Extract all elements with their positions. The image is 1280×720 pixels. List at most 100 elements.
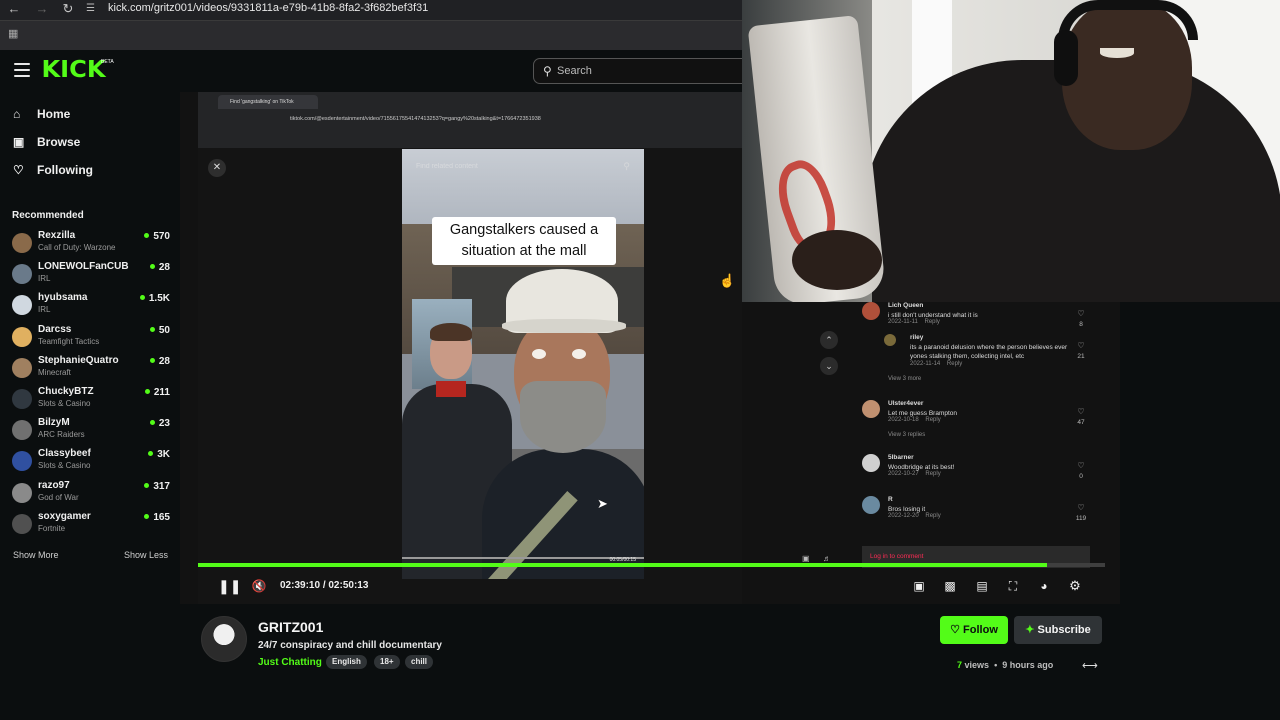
channel-category: ARC Raiders	[38, 430, 85, 440]
viewer-count: 3K	[148, 449, 170, 460]
search-input[interactable]: ⚲ Search	[533, 58, 753, 84]
channel-name: soxygamer	[38, 510, 91, 522]
recommended-channel[interactable]: Classybeef Slots & Casino 3K	[12, 448, 172, 476]
channel-name: Rexzilla	[38, 230, 76, 241]
playback-speed-icon[interactable]: ◕	[1035, 577, 1053, 595]
subscribe-button[interactable]: ✦ Subscribe	[1014, 616, 1102, 644]
tag-language[interactable]: English	[326, 655, 367, 669]
tag-chill[interactable]: chill	[405, 655, 434, 669]
comment-user: Ulster4ever	[888, 400, 924, 407]
channel-category: God of War	[38, 492, 79, 502]
comment-text: its a paranoid delusion where the person…	[910, 344, 1068, 360]
follow-button[interactable]: ♡ Follow	[940, 616, 1008, 644]
recommended-channel[interactable]: soxygamer Fortnite 165	[12, 511, 172, 539]
mute-icon[interactable]: 🔇	[250, 577, 268, 595]
viewer-count: 1.5K	[140, 293, 170, 304]
channel-avatar	[12, 451, 32, 472]
close-icon: ✕	[208, 159, 226, 177]
browse-icon: ▣	[13, 135, 25, 149]
settings-gear-icon[interactable]: ⚙	[1066, 577, 1084, 595]
recommended-channel[interactable]: Darcss Teamfight Tactics 50	[12, 324, 172, 352]
view-more-replies: View 3 more	[888, 376, 922, 382]
nav-following-label: Following	[37, 163, 93, 177]
channel-name: hyubsama	[38, 292, 88, 304]
channel-avatar[interactable]	[201, 616, 247, 662]
stream-category[interactable]: Just Chatting	[258, 657, 322, 668]
kick-logo[interactable]: KICK	[41, 57, 105, 83]
like-count: 21	[1077, 353, 1085, 360]
nav-following[interactable]: ♡ Following	[13, 163, 93, 183]
channel-avatar	[12, 357, 32, 378]
comment-user: R	[888, 496, 893, 503]
channel-category: Call of Duty: Warzone	[38, 243, 116, 252]
recommended-channel[interactable]: BilzyM ARC Raiders 23	[12, 417, 172, 445]
view-more-replies: View 3 replies	[888, 432, 926, 438]
channel-name: ChuckyBTZ	[38, 386, 94, 397]
search-placeholder: Search	[557, 65, 592, 77]
comment-date: 2022-10-27 Reply	[888, 471, 941, 477]
show-more-button[interactable]: Show More	[13, 550, 59, 560]
recommended-channel[interactable]: StephanieQuatro Minecraft 28	[12, 355, 172, 383]
share-icon[interactable]: ⟷	[1082, 659, 1098, 672]
seek-bar[interactable]	[198, 563, 1105, 567]
viewer-count: 23	[150, 418, 170, 429]
video-meta: 7 views • 9 hours ago	[957, 660, 1054, 670]
channel-name[interactable]: GRITZ001	[258, 619, 323, 635]
fullscreen-icon[interactable]: ⛶	[1004, 577, 1022, 595]
tiktok-comments: Lich Queen i still don't understand what …	[862, 302, 1102, 572]
nav-browse[interactable]: ▣ Browse	[13, 135, 80, 155]
apps-grid-icon[interactable]: ▦	[8, 28, 20, 40]
viewer-count: 570	[144, 231, 170, 242]
channel-name: StephanieQuatro	[38, 354, 119, 366]
back-icon[interactable]: ←	[6, 1, 22, 17]
clip-icon[interactable]: ▩	[941, 577, 959, 595]
tiktok-video-frame: Find related content ⚲ Gangstalkers caus…	[402, 149, 644, 579]
channel-category: Fortnite	[38, 523, 66, 533]
channel-category: IRL	[38, 274, 51, 284]
channel-category: IRL	[38, 305, 51, 315]
recommended-heading: Recommended	[12, 210, 84, 221]
hand-cursor-icon: ☝	[719, 273, 736, 288]
sidebar: ⌂ Home ▣ Browse ♡ Following Recommended Rex…	[0, 92, 180, 612]
tiktok-progress	[402, 557, 644, 559]
url-text: kick.com/gritz001/videos/9331811a-e79b-4…	[108, 2, 429, 14]
channel-avatar	[12, 513, 32, 534]
channel-category: Slots & Casino	[38, 461, 91, 471]
viewer-count: 28	[150, 262, 170, 273]
heart-icon: ♡	[950, 624, 960, 636]
menu-icon[interactable]	[14, 63, 30, 77]
show-less-button[interactable]: Show Less	[124, 550, 168, 560]
recommended-channel[interactable]: hyubsama IRL 1.5K	[12, 292, 172, 320]
site-info-icon[interactable]: ☰	[86, 1, 98, 17]
recommended-channel[interactable]: ChuckyBTZ Slots & Casino 211	[12, 386, 172, 414]
commenter-avatar	[862, 454, 880, 472]
channel-category: Teamfight Tactics	[38, 336, 100, 346]
channel-category: Minecraft	[38, 367, 71, 377]
commenter-avatar	[862, 400, 880, 418]
beta-badge: BETA	[101, 59, 114, 65]
tag-age[interactable]: 18+	[374, 655, 400, 669]
recommended-channel[interactable]: LONEWOLFanCUB IRL 28	[12, 261, 172, 289]
stream-title: 24/7 conspiracy and chill documentary	[258, 640, 442, 651]
channel-name: LONEWOLFanCUB	[38, 261, 129, 273]
channel-avatar	[12, 482, 32, 503]
pip-icon[interactable]: ▣	[910, 577, 928, 595]
commenter-avatar	[862, 496, 880, 514]
like-count: 0	[1079, 473, 1083, 480]
pause-icon[interactable]: ❚❚	[218, 577, 241, 595]
player-controls: ❚❚ 🔇 02:39:10 / 02:50:13 ▣ ▩ ▤ ⛶ ◕ ⚙	[198, 572, 1105, 600]
forward-icon[interactable]: →	[34, 1, 50, 17]
address-bar[interactable]: ☰ kick.com/gritz001/videos/9331811a-e79b-…	[86, 0, 786, 18]
viewer-count: 28	[150, 356, 170, 367]
theater-mode-icon[interactable]: ▤	[973, 577, 991, 595]
recommended-channel[interactable]: Rexzilla Call of Duty: Warzone 570	[12, 230, 172, 258]
nav-home[interactable]: ⌂ Home	[13, 107, 70, 127]
follow-label: Follow	[963, 624, 998, 636]
recommended-channel[interactable]: razo97 God of War 317	[12, 480, 172, 508]
star-icon: ✦	[1025, 624, 1035, 636]
inner-browser-url: tiktok.com/@esdentertainment/video/71556…	[290, 116, 541, 122]
comment-date: 2022-12-20 Reply	[888, 513, 941, 519]
reload-icon[interactable]: ↻	[60, 1, 76, 17]
nav-browse-label: Browse	[37, 135, 81, 149]
channel-avatar	[12, 326, 32, 347]
